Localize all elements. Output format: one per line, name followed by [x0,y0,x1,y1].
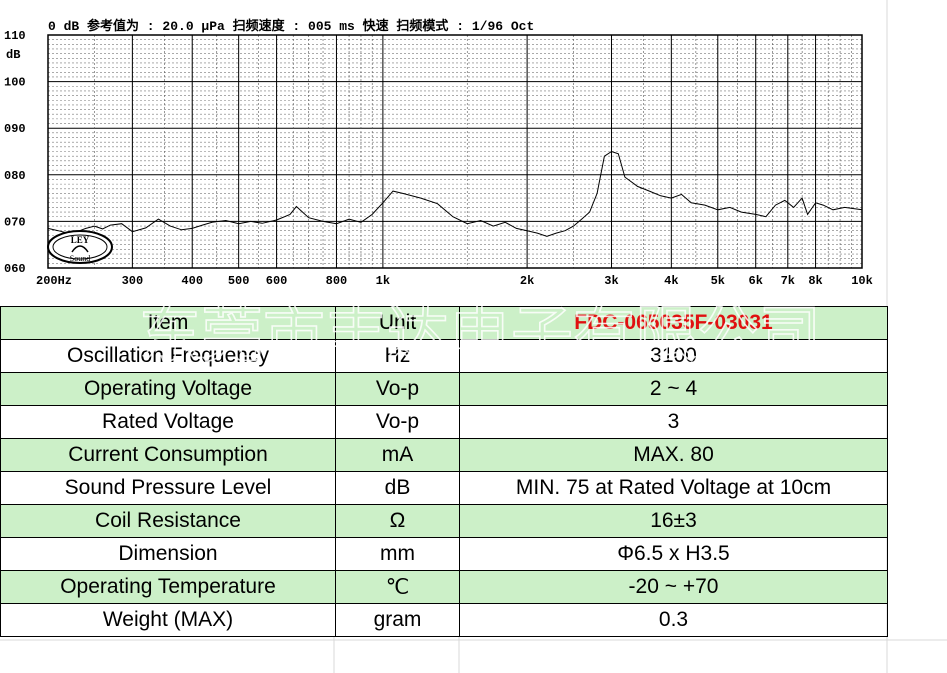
x-tick-label: 7k [781,274,795,288]
row-item: Coil Resistance [0,504,336,538]
row-value: 3100 [459,339,888,373]
table-row: Dimension mm Φ6.5 x H3.5 [0,537,888,571]
x-tick-label: 8k [808,274,822,288]
table-row: Coil Resistance Ω 16±3 [0,504,888,538]
y-tick-label: 080 [4,169,26,183]
header-item: Item [0,306,336,340]
y-ticks: 110 100 090 080 070 060 [4,29,26,276]
x-tick-label: 4k [664,274,678,288]
y-tick-label: 060 [4,262,26,276]
row-item: Oscillation Frequency [0,339,336,373]
x-tick-label: 6k [749,274,763,288]
row-unit: mm [335,537,460,571]
header-model: FDC-065035F-03031 [459,306,888,340]
x-tick-label: 2k [520,274,534,288]
row-value: MAX. 80 [459,438,888,472]
table-row: Current Consumption mA MAX. 80 [0,438,888,472]
row-unit: ℃ [335,570,460,604]
table-row: Weight (MAX) gram 0.3 [0,603,888,637]
x-tick-label: 500 [228,274,250,288]
x-tick-label: 5k [711,274,725,288]
header-unit: Unit [335,306,460,340]
table-row: Oscillation Frequency Hz 3100 [0,339,888,373]
row-unit: gram [335,603,460,637]
row-value: Φ6.5 x H3.5 [459,537,888,571]
row-unit: Hz [335,339,460,373]
y-tick-label: 090 [4,122,26,136]
logo-bottom-text: Sound [70,254,90,263]
row-unit: Ω [335,504,460,538]
x-tick-label: 400 [181,274,203,288]
row-item: Rated Voltage [0,405,336,439]
row-value: 3 [459,405,888,439]
row-value: 16±3 [459,504,888,538]
table-header-row: Item Unit FDC-065035F-03031 [0,306,888,340]
plot-frame [47,34,863,269]
y-tick-label: 110 [4,29,26,43]
row-item: Dimension [0,537,336,571]
brand-logo: LEY Sound [47,230,113,264]
y-unit-label: dB [6,48,20,62]
row-item: Weight (MAX) [0,603,336,637]
row-item: Sound Pressure Level [0,471,336,505]
chart-grid [48,35,862,268]
row-item: Operating Temperature [0,570,336,604]
row-item: Current Consumption [0,438,336,472]
row-value: 2 ~ 4 [459,372,888,406]
row-unit: mA [335,438,460,472]
x-tick-label: 300 [122,274,144,288]
spec-table: Item Unit FDC-065035F-03031 Oscillation … [0,306,888,637]
row-value: MIN. 75 at Rated Voltage at 10cm [459,471,888,505]
chart-header: 0 dB 参考值为 : 20.0 μPa 扫频速度 : 005 ms 快速 扫频… [48,18,534,34]
y-tick-label: 100 [4,76,26,90]
x-tick-label: 600 [266,274,288,288]
row-unit: Vo-p [335,405,460,439]
logo-top-text: LEY [71,235,90,245]
row-value: -20 ~ +70 [459,570,888,604]
x-tick-label: 10k [851,274,873,288]
table-row: Operating Voltage Vo-p 2 ~ 4 [0,372,888,406]
spec-table-container: Item Unit FDC-065035F-03031 Oscillation … [0,306,888,637]
series-line [47,150,863,237]
table-row: Rated Voltage Vo-p 3 [0,405,888,439]
x-tick-label: 1k [376,274,390,288]
row-value: 0.3 [459,603,888,637]
row-item: Operating Voltage [0,372,336,406]
y-tick-label: 070 [4,215,26,229]
x-tick-label: 200Hz [36,274,72,288]
x-tick-label: 800 [326,274,348,288]
row-unit: dB [335,471,460,505]
row-unit: Vo-p [335,372,460,406]
frequency-response-chart: 0 dB 参考值为 : 20.0 μPa 扫频速度 : 005 ms 快速 扫频… [4,18,873,288]
table-row: Operating Temperature ℃ -20 ~ +70 [0,570,888,604]
x-tick-label: 3k [604,274,618,288]
x-ticks: 200Hz 300 400 500 600 800 1k 2k 3k 4k 5k 6k 7k 8k 10k [36,274,873,288]
table-row: Sound Pressure Level dB MIN. 75 at Rated… [0,471,888,505]
